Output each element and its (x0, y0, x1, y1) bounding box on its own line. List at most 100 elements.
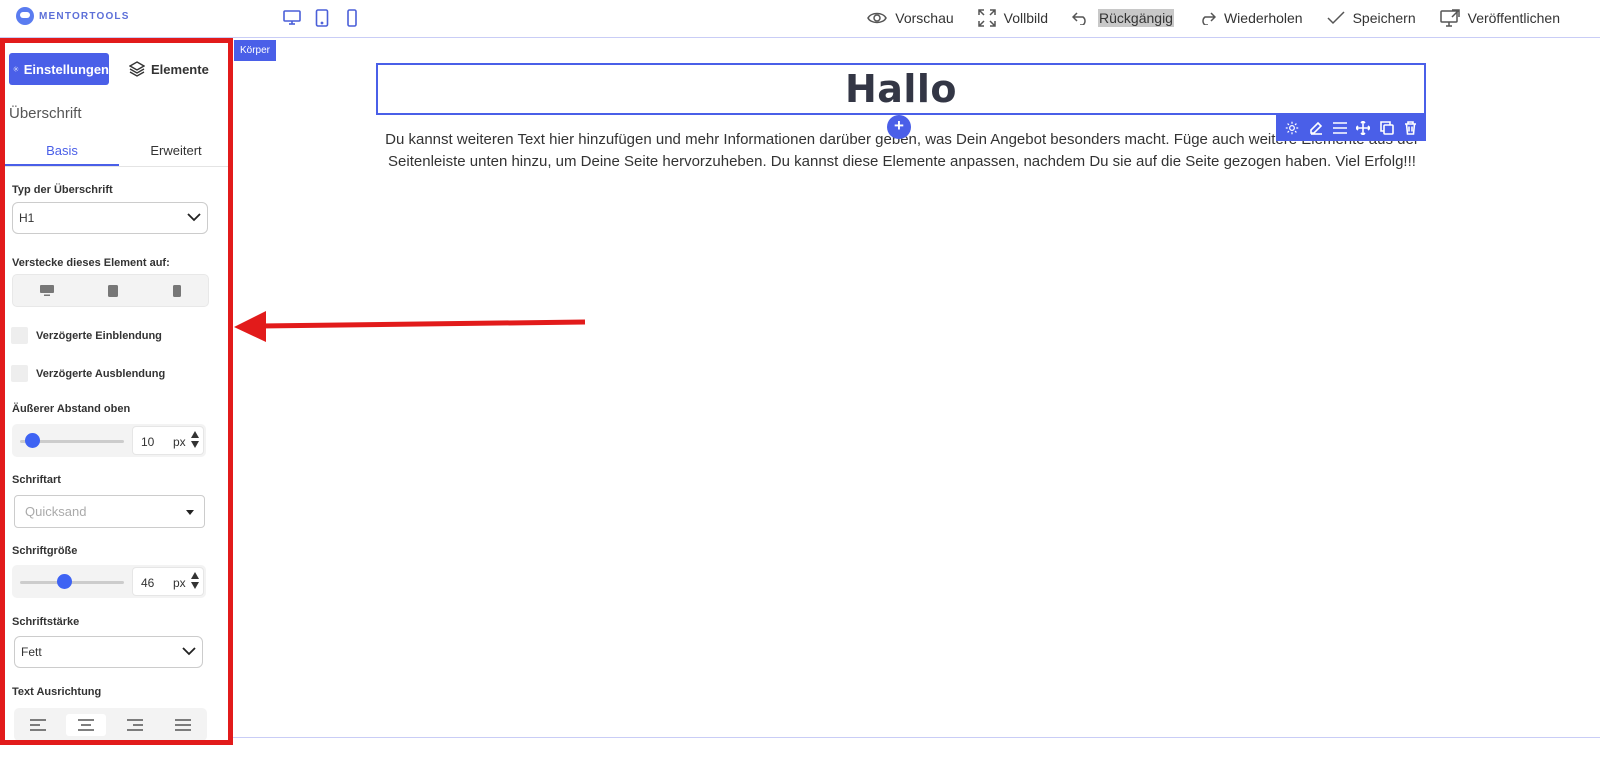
top-toolbar: MENTORTOOLS Vorschau Vollbild Rückgängig… (0, 0, 1600, 38)
margin-top-value: 10 (141, 435, 155, 449)
publish-label: Veröffentlichen (1467, 10, 1560, 26)
publish-icon (1439, 9, 1460, 27)
tab-settings-label: Einstellungen (23, 61, 109, 77)
save-label: Speichern (1352, 10, 1416, 26)
font-weight-select[interactable]: Fett (14, 636, 203, 668)
page-heading: Hallo (844, 67, 958, 111)
margin-top-slider-thumb[interactable] (25, 433, 40, 448)
delayed-hide-label: Verzögerte Ausblendung (36, 367, 166, 380)
font-size-unit: px (173, 576, 186, 590)
fullscreen-icon (977, 9, 996, 27)
hide-desktop-icon[interactable] (40, 285, 55, 296)
panel-tabs: Einstellungen Elemente (9, 53, 209, 85)
font-size-control: 46 px (12, 565, 206, 598)
chevron-down-icon (187, 213, 201, 222)
redo-icon (1202, 12, 1216, 25)
element-toolbar (1276, 115, 1426, 141)
page-canvas: Körper Hallo Du kannst weiteren Text hie… (233, 38, 1600, 738)
margin-top-label: Äußerer Abstand oben (12, 403, 131, 415)
heading-type-value: H1 (19, 211, 35, 225)
fullscreen-label: Vollbild (1003, 10, 1049, 26)
element-align-icon[interactable] (1332, 122, 1347, 134)
undo-icon (1072, 12, 1086, 25)
caret-down-icon (186, 510, 194, 515)
tablet-view-icon[interactable] (312, 7, 332, 29)
stepper-down-icon[interactable] (191, 582, 199, 589)
hide-on-label: Verstecke dieses Element auf: (12, 257, 170, 269)
margin-top-input[interactable]: 10 px (132, 426, 204, 455)
delayed-show-checkbox[interactable]: Verzögerte Einblendung (11, 327, 162, 344)
check-icon (1327, 11, 1345, 25)
font-family-label: Schriftart (12, 474, 61, 486)
tab-elements-label: Elemente (151, 61, 209, 77)
tab-basic[interactable]: Basis (5, 135, 119, 166)
stepper-up-icon[interactable] (191, 431, 199, 438)
font-weight-label: Schriftstärke (12, 616, 80, 628)
align-center-icon[interactable] (66, 713, 107, 736)
desktop-view-icon[interactable] (282, 7, 302, 29)
tab-settings[interactable]: Einstellungen (9, 53, 109, 85)
preview-label: Vorschau (895, 10, 954, 26)
hide-mobile-icon[interactable] (172, 284, 181, 297)
gear-icon (13, 66, 19, 72)
text-align-label: Text Ausrichtung (12, 686, 102, 698)
align-left-icon[interactable] (18, 714, 58, 736)
eye-icon (867, 12, 888, 24)
font-size-slider-thumb[interactable] (57, 574, 72, 589)
element-delete-icon[interactable] (1404, 121, 1417, 135)
font-size-stepper[interactable] (191, 572, 199, 589)
redo-button[interactable]: Wiederholen (1198, 7, 1303, 29)
heading-type-select[interactable]: H1 (12, 202, 208, 234)
hide-tablet-icon[interactable] (108, 284, 119, 297)
add-element-button[interactable]: + (887, 115, 911, 139)
delayed-hide-checkbox[interactable]: Verzögerte Ausblendung (11, 365, 165, 382)
tab-advanced[interactable]: Erweitert (119, 135, 228, 166)
font-size-slider-track[interactable] (20, 581, 124, 584)
red-arrow-icon (234, 311, 586, 342)
undo-button[interactable]: Rückgängig (1072, 7, 1174, 29)
heading-type-label: Typ der Überschrift (12, 184, 113, 196)
mobile-view-icon[interactable] (342, 7, 362, 29)
redo-label: Wiederholen (1223, 10, 1303, 26)
element-settings-icon[interactable] (1285, 121, 1299, 135)
align-right-icon[interactable] (115, 714, 155, 736)
save-button[interactable]: Speichern (1327, 7, 1416, 29)
text-align-control (14, 708, 207, 740)
stepper-up-icon[interactable] (191, 572, 199, 579)
logo-text: MENTORTOOLS (39, 10, 130, 22)
tab-elements[interactable]: Elemente (129, 61, 209, 77)
margin-top-stepper[interactable] (191, 431, 199, 448)
logo: MENTORTOOLS (16, 7, 130, 25)
publish-button[interactable]: Veröffentlichen (1439, 7, 1560, 29)
section-title: Überschrift (9, 105, 82, 122)
delayed-hide-box[interactable] (11, 365, 28, 382)
logo-icon (16, 7, 34, 25)
margin-top-unit: px (173, 435, 186, 449)
font-size-input[interactable]: 46 px (132, 567, 204, 596)
font-family-placeholder: Quicksand (25, 504, 87, 519)
align-justify-icon[interactable] (163, 714, 203, 736)
font-size-label: Schriftgröße (12, 545, 78, 557)
font-size-value: 46 (141, 576, 155, 590)
toolbar-actions: Vorschau Vollbild Rückgängig Wiederholen… (867, 7, 1560, 29)
font-family-select[interactable]: Quicksand (14, 495, 205, 528)
stepper-down-icon[interactable] (191, 441, 199, 448)
font-weight-value: Fett (21, 645, 42, 659)
device-switcher (282, 7, 362, 29)
layers-icon (129, 61, 145, 77)
hide-on-devices (12, 274, 209, 307)
element-edit-icon[interactable] (1309, 121, 1323, 135)
undo-label: Rückgängig (1098, 9, 1174, 27)
element-move-icon[interactable] (1356, 121, 1371, 135)
margin-top-control: 10 px (12, 424, 206, 457)
body-element-tag[interactable]: Körper (234, 40, 277, 61)
fullscreen-button[interactable]: Vollbild (977, 7, 1049, 29)
selected-heading-element[interactable]: Hallo (376, 63, 1426, 115)
element-duplicate-icon[interactable] (1380, 121, 1395, 135)
chevron-down-icon (182, 647, 196, 656)
delayed-show-box[interactable] (11, 327, 28, 344)
preview-button[interactable]: Vorschau (867, 7, 954, 29)
settings-panel: Einstellungen Elemente Überschrift Basis… (0, 38, 233, 745)
delayed-show-label: Verzögerte Einblendung (36, 329, 162, 342)
sub-tabs: Basis Erweitert (5, 135, 228, 167)
